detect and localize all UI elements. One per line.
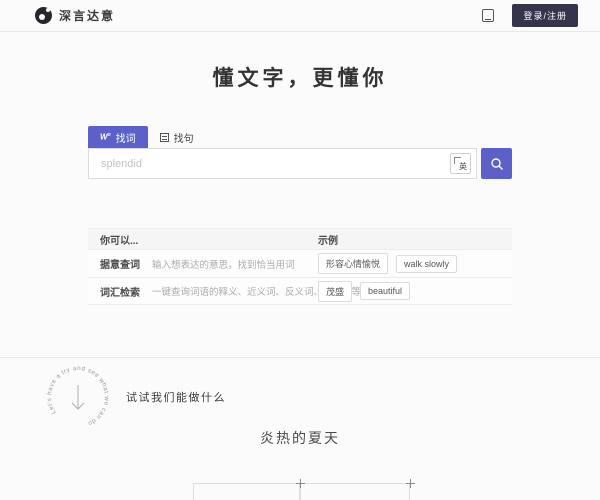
find-word-icon: Wo: [100, 133, 111, 142]
tab-find-sentence[interactable]: 找句: [148, 126, 206, 148]
search-tabs: Wo 找词 找句: [88, 126, 512, 148]
language-toggle-label: 英: [459, 163, 467, 171]
try-section: Let's have a try and see what we can do …: [42, 360, 302, 434]
example-chip[interactable]: beautiful: [360, 282, 410, 300]
logo-text: 深言达意: [59, 7, 115, 24]
search-area: Wo 找词 找句 英: [88, 126, 512, 179]
circular-text-badge: Let's have a try and see what we can do: [42, 361, 114, 433]
top-bar: 深言达意 登录/注册: [0, 0, 600, 32]
plus-corner-mark: [406, 479, 415, 488]
row-label: 词汇检索: [100, 284, 140, 299]
search-input-wrap: 英: [88, 148, 477, 179]
row-capability: 据意查词 输入想表达的意思，找到恰当用词: [88, 256, 318, 271]
topbar-right: 登录/注册: [482, 4, 578, 27]
header-cell-examples: 示例: [318, 232, 512, 247]
try-hint-text: 试试我们能做什么: [126, 389, 226, 405]
examples-table-header: 你可以... 示例: [88, 228, 512, 249]
find-sentence-icon: [160, 133, 169, 142]
header-cell-capabilities: 你可以...: [88, 232, 318, 247]
device-icon[interactable]: [482, 9, 494, 22]
search-input[interactable]: [88, 148, 477, 179]
example-chip[interactable]: 形容心情愉悦: [318, 253, 388, 274]
search-bar: 英: [88, 148, 512, 179]
row-label: 据意查词: [100, 256, 140, 271]
table-row: 词汇检索 一键查询词语的释义、近义词、反义词、联想词等 茂盛 beautiful: [88, 277, 512, 305]
arrow-down-icon: [42, 361, 114, 433]
table-row: 据意查词 输入想表达的意思，找到恰当用词 形容心情愉悦 walk slowly: [88, 249, 512, 277]
row-examples: 形容心情愉悦 walk slowly: [318, 253, 512, 274]
example-chip[interactable]: 茂盛: [318, 281, 352, 302]
plus-corner-mark: [296, 479, 305, 488]
logo-icon: [35, 7, 52, 24]
demo-card[interactable]: [300, 483, 410, 500]
tab-find-sentence-label: 找句: [174, 130, 194, 145]
tab-find-word-label: 找词: [116, 130, 136, 145]
hero-title: 懂文字，更懂你: [0, 62, 600, 92]
search-button[interactable]: [481, 148, 512, 179]
login-register-button[interactable]: 登录/注册: [512, 4, 578, 27]
examples-table: 你可以... 示例 据意查词 输入想表达的意思，找到恰当用词 形容心情愉悦 wa…: [88, 228, 512, 305]
logo[interactable]: 深言达意: [35, 7, 115, 24]
example-chip[interactable]: walk slowly: [396, 255, 457, 273]
row-capability: 词汇检索 一键查询词语的释义、近义词、反义词、联想词等: [88, 284, 318, 299]
language-toggle-icon[interactable]: 英: [450, 153, 471, 174]
page: 深言达意 登录/注册 懂文字，更懂你 Wo 找词 找句 英: [0, 0, 600, 500]
row-examples: 茂盛 beautiful: [318, 281, 512, 302]
demo-title: 炎热的夏天: [0, 428, 600, 448]
search-icon: [490, 157, 504, 171]
row-description: 输入想表达的意思，找到恰当用词: [152, 257, 295, 271]
demo-card[interactable]: [193, 483, 300, 500]
tab-find-word[interactable]: Wo 找词: [88, 126, 148, 148]
